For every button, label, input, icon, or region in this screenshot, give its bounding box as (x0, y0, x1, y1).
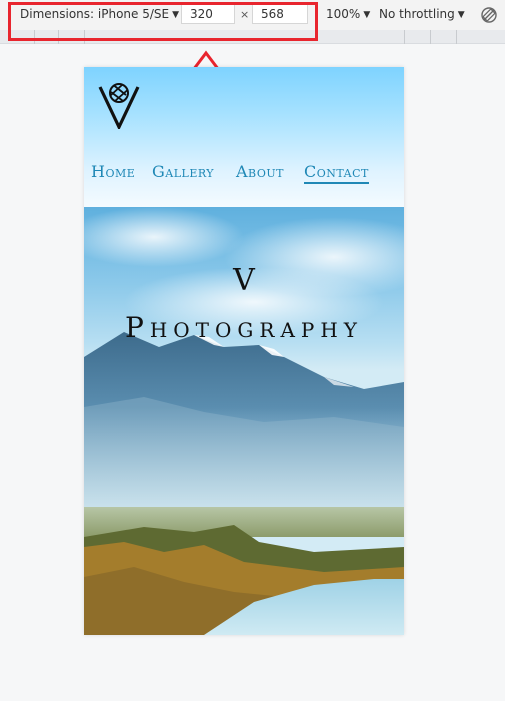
nav-gallery-link[interactable]: Gallery (152, 162, 214, 181)
hero-section: V Photography (84, 207, 404, 635)
camera-shutter-v-logo[interactable] (98, 81, 140, 129)
ruler-segment[interactable] (456, 30, 457, 44)
device-viewport: Home Gallery About Contact V Photography (84, 67, 404, 635)
caret-down-icon: ▼ (363, 10, 371, 20)
throttling-dropdown[interactable]: No throttling ▼ (379, 7, 465, 21)
zoom-label: 100% (326, 7, 361, 21)
highlight-annotation-box (8, 2, 318, 41)
nav-contact-link[interactable]: Contact (304, 162, 369, 184)
ruler-segment[interactable] (404, 30, 405, 44)
hero-title-letter: V (233, 263, 255, 298)
hero-title-word: Photography (125, 311, 363, 344)
nav-home-link[interactable]: Home (91, 162, 135, 181)
rotate-icon[interactable] (480, 6, 498, 24)
ruler-segment[interactable] (430, 30, 431, 44)
main-nav: Home Gallery About Contact (91, 162, 401, 188)
throttling-label: No throttling (379, 7, 455, 21)
nav-about-link[interactable]: About (236, 162, 284, 181)
site-header: Home Gallery About Contact (84, 67, 404, 207)
zoom-dropdown[interactable]: 100% ▼ (326, 7, 370, 21)
caret-down-icon: ▼ (457, 10, 465, 20)
